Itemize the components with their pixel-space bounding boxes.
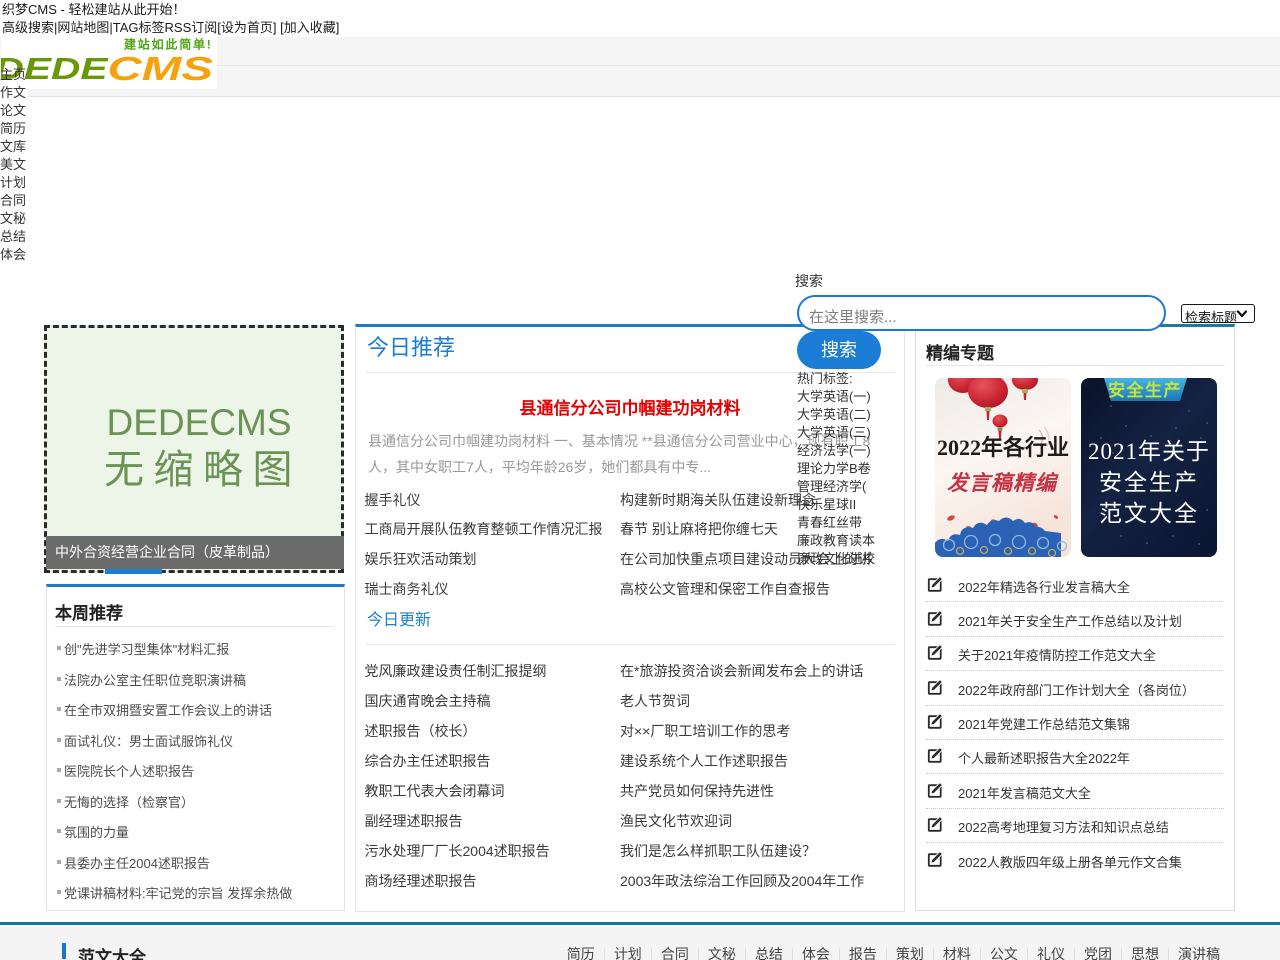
svg-text:建站如此简单!: 建站如此简单! [123,37,213,52]
svg-text:CMS: CMS [108,50,214,87]
svg-text:安全生产: 安全生产 [1099,470,1199,495]
svg-text:2021年关于: 2021年关于 [1088,439,1210,464]
svg-text:范文大全: 范文大全 [1099,501,1199,526]
svg-text:发言稿精编: 发言稿精编 [947,471,1059,495]
svg-text:安全生产: 安全生产 [1108,380,1182,400]
svg-text:2022年各行业: 2022年各行业 [937,435,1069,460]
